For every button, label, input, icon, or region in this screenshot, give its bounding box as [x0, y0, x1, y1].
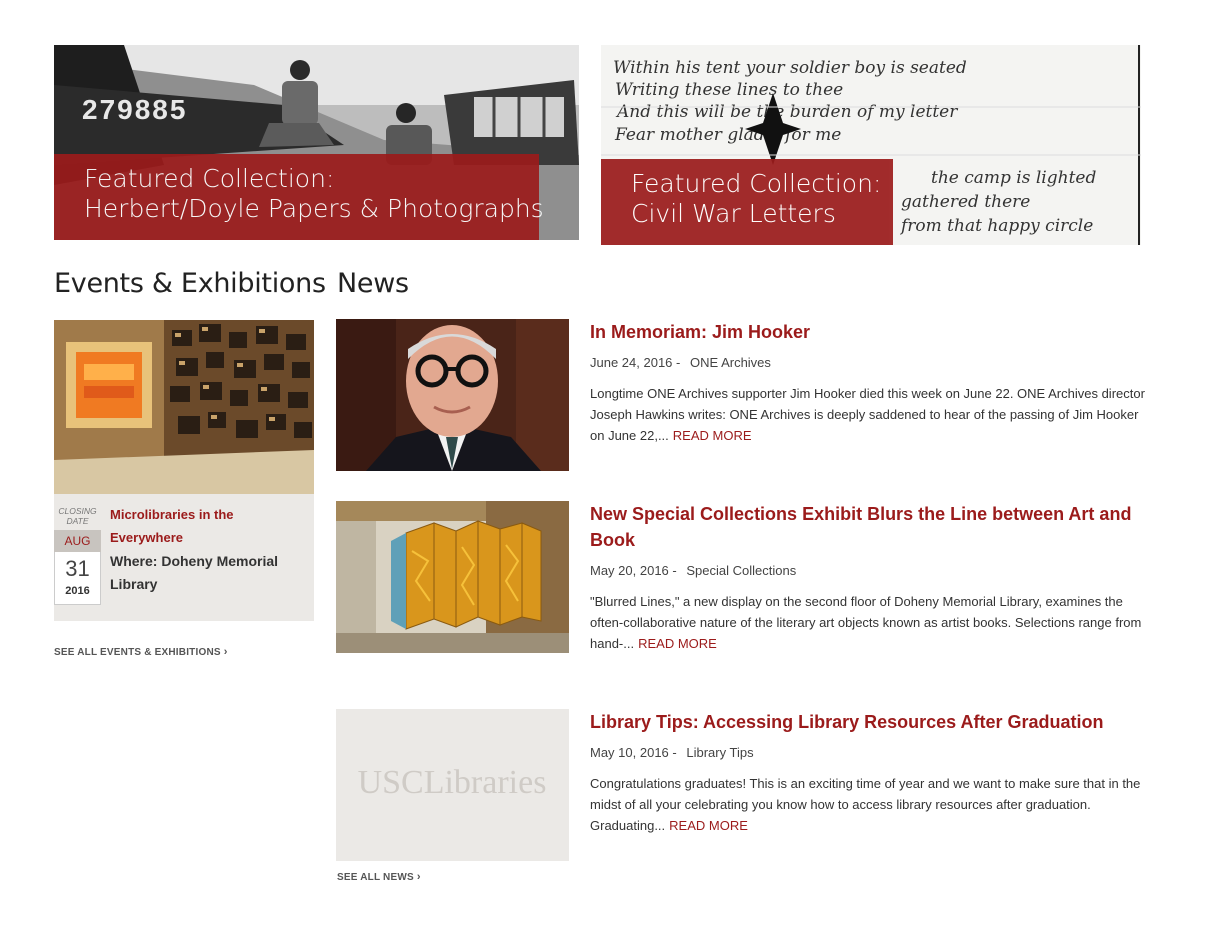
news-section-title: News: [337, 268, 409, 299]
svg-text:Fear mother gladly for me: Fear mother gladly for me: [614, 125, 841, 145]
news-body: New Special Collections Exhibit Blurs th…: [590, 501, 1155, 654]
featured-label: Featured Collection:: [84, 164, 335, 193]
news-category: Library Tips: [686, 745, 754, 760]
svg-text:from that happy circle: from that happy circle: [899, 216, 1093, 236]
featured-title: Herbert/Doyle Papers & Photographs: [84, 194, 544, 223]
meta-separator: -: [672, 563, 677, 578]
svg-text:gathered there: gathered there: [901, 192, 1030, 212]
news-excerpt: Longtime ONE Archives supporter Jim Hook…: [590, 383, 1155, 446]
news-body: In Memoriam: Jim Hooker June 24, 2016 - …: [590, 319, 1155, 446]
meta-separator: -: [676, 355, 681, 370]
see-all-news-link[interactable]: SEE ALL NEWS ›: [337, 871, 421, 883]
microlibraries-photo[interactable]: [54, 320, 314, 494]
news-meta: June 24, 2016 - ONE Archives: [590, 354, 1155, 372]
news-meta: May 20, 2016 - Special Collections: [590, 562, 1155, 580]
usc-libraries-logo: USCLibraries: [358, 764, 547, 801]
news-excerpt: "Blurred Lines," a new display on the se…: [590, 591, 1155, 654]
see-all-events-link[interactable]: SEE ALL EVENTS & EXHIBITIONS ›: [54, 646, 228, 658]
news-category: Special Collections: [686, 563, 797, 578]
news-category: ONE Archives: [690, 355, 771, 370]
svg-text:And this will be the burden of: And this will be the burden of my letter: [615, 102, 958, 122]
news-meta: May 10, 2016 - Library Tips: [590, 744, 1155, 762]
svg-text:Writing these lines to thee: Writing these lines to thee: [615, 80, 843, 100]
artist-book-exhibit-photo[interactable]: [336, 501, 569, 653]
event-year: 2016: [65, 585, 90, 597]
event-month: AUG: [54, 530, 101, 552]
events-section-title: Events & Exhibitions: [54, 268, 326, 299]
event-card: CLOSING DATE AUG 31 2016 Microlibraries …: [54, 320, 314, 621]
featured-collection-civil-war-letters[interactable]: Within his tent your soldier boy is seat…: [601, 45, 1141, 245]
news-body: Library Tips: Accessing Library Resource…: [590, 709, 1155, 836]
featured-collection-herbert-doyle[interactable]: 279885 Featured Collection: Herbert/Doyl…: [54, 45, 579, 240]
event-day: 31: [65, 556, 90, 581]
event-day-block: 31 2016: [54, 552, 101, 605]
news-title-link[interactable]: Library Tips: Accessing Library Resource…: [590, 709, 1155, 735]
jim-hooker-photo[interactable]: [336, 319, 569, 471]
read-more-link[interactable]: READ MORE: [669, 818, 748, 833]
closing-date-label: CLOSING DATE: [58, 506, 97, 526]
featured-title: Civil War Letters: [631, 199, 836, 228]
featured-caption: Featured Collection: Herbert/Doyle Paper…: [54, 154, 544, 240]
news-date: June 24, 2016: [590, 355, 673, 370]
news-date: May 10, 2016: [590, 745, 669, 760]
meta-separator: -: [672, 745, 677, 760]
svg-text:279885: 279885: [82, 94, 187, 125]
news-title-link[interactable]: New Special Collections Exhibit Blurs th…: [590, 501, 1155, 553]
chevron-right-icon: ›: [223, 646, 228, 658]
news-excerpt: Congratulations graduates! This is an ex…: [590, 773, 1155, 836]
svg-text:Within his tent your soldier b: Within his tent your soldier boy is seat…: [613, 58, 967, 78]
news-date: May 20, 2016: [590, 563, 669, 578]
usc-libraries-logo-thumb[interactable]: USCLibraries: [336, 709, 569, 861]
news-title-link[interactable]: In Memoriam: Jim Hooker: [590, 319, 1155, 345]
featured-caption: Featured Collection: Civil War Letters: [601, 159, 893, 245]
chevron-right-icon: ›: [416, 871, 421, 883]
read-more-link[interactable]: READ MORE: [638, 636, 717, 651]
event-title-link[interactable]: Microlibraries in the Everywhere: [110, 503, 300, 549]
svg-text:the camp is lighted: the camp is lighted: [931, 168, 1096, 188]
see-all-news-label: SEE ALL NEWS: [337, 872, 414, 883]
read-more-link[interactable]: READ MORE: [673, 428, 752, 443]
event-location: Where: Doheny Memorial Library: [110, 553, 279, 592]
event-date-badge: CLOSING DATE AUG 31 2016: [54, 506, 101, 605]
featured-label: Featured Collection:: [631, 169, 882, 198]
see-all-events-label: SEE ALL EVENTS & EXHIBITIONS: [54, 647, 221, 658]
